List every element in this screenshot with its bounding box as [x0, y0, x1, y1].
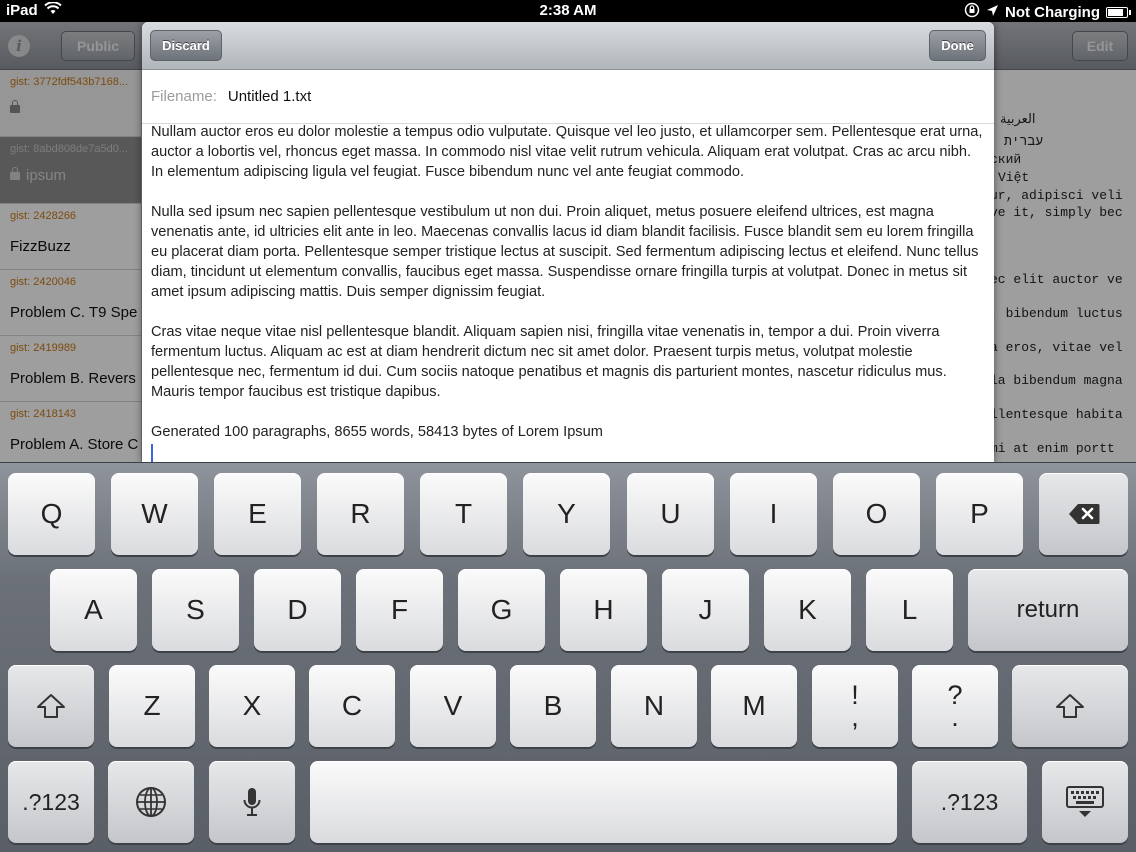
key-o[interactable]: O	[833, 473, 920, 555]
key-u[interactable]: U	[627, 473, 714, 555]
hide-keyboard-key[interactable]	[1042, 761, 1128, 843]
key-c[interactable]: C	[309, 665, 395, 747]
hide-keyboard-icon	[1065, 786, 1105, 818]
discard-button[interactable]: Discard	[150, 30, 222, 61]
onscreen-keyboard: Q W E R T Y U I O P A S D F G H J K L re…	[0, 462, 1136, 852]
key-a[interactable]: A	[50, 569, 137, 651]
key-t[interactable]: T	[420, 473, 507, 555]
space-bar[interactable]	[310, 761, 897, 843]
key-z[interactable]: Z	[109, 665, 195, 747]
backspace-key[interactable]	[1039, 473, 1128, 555]
battery-icon	[1106, 6, 1131, 18]
globe-icon	[135, 786, 167, 818]
file-content-textarea[interactable]: Nullam auctor eros eu dolor molestie a t…	[151, 122, 987, 462]
key-e[interactable]: E	[214, 473, 301, 555]
key-question-period[interactable]: ? .	[912, 665, 998, 747]
shift-icon	[1055, 693, 1085, 719]
numbers-key-right[interactable]: .?123	[912, 761, 1027, 843]
editor-toolbar: Discard Done	[142, 22, 994, 70]
key-r[interactable]: R	[317, 473, 404, 555]
key-n[interactable]: N	[611, 665, 697, 747]
key-bottom-char: ,	[851, 702, 859, 732]
key-v[interactable]: V	[410, 665, 496, 747]
key-y[interactable]: Y	[523, 473, 610, 555]
key-s[interactable]: S	[152, 569, 239, 651]
done-button[interactable]: Done	[929, 30, 986, 61]
shift-icon	[36, 693, 66, 719]
globe-key[interactable]	[108, 761, 194, 843]
left-shift-key[interactable]	[8, 665, 94, 747]
text-cursor	[151, 444, 153, 462]
location-icon	[986, 4, 999, 21]
key-w[interactable]: W	[111, 473, 198, 555]
key-exclaim-comma[interactable]: ! ,	[812, 665, 898, 747]
numbers-key[interactable]: .?123	[8, 761, 94, 843]
backspace-icon	[1068, 503, 1100, 525]
key-i[interactable]: I	[730, 473, 817, 555]
key-k[interactable]: K	[764, 569, 851, 651]
key-f[interactable]: F	[356, 569, 443, 651]
content-paragraph: Cras vitae neque vitae nisl pellentesque…	[151, 324, 947, 400]
dictation-key[interactable]	[209, 761, 295, 843]
rotation-lock-icon	[964, 2, 980, 22]
content-paragraph: Nulla sed ipsum nec sapien pellentesque …	[151, 204, 979, 300]
key-j[interactable]: J	[662, 569, 749, 651]
charging-status: Not Charging	[1005, 3, 1100, 21]
status-bar: iPad 2:38 AM Not Charging	[0, 0, 1136, 22]
filename-label: Filename:	[151, 88, 217, 105]
key-p[interactable]: P	[936, 473, 1023, 555]
key-b[interactable]: B	[510, 665, 596, 747]
key-g[interactable]: G	[458, 569, 545, 651]
filename-row: Filename: Untitled 1.txt	[142, 70, 994, 124]
new-file-editor: Discard Done Filename: Untitled 1.txt Nu…	[142, 22, 994, 462]
key-q[interactable]: Q	[8, 473, 95, 555]
key-m[interactable]: M	[711, 665, 797, 747]
key-bottom-char: .	[951, 702, 959, 732]
content-paragraph: Nullam auctor eros eu dolor molestie a t…	[151, 124, 983, 180]
key-x[interactable]: X	[209, 665, 295, 747]
right-shift-key[interactable]	[1012, 665, 1128, 747]
content-paragraph: Generated 100 paragraphs, 8655 words, 58…	[151, 424, 603, 440]
key-h[interactable]: H	[560, 569, 647, 651]
key-d[interactable]: D	[254, 569, 341, 651]
microphone-icon	[242, 787, 262, 817]
key-l[interactable]: L	[866, 569, 953, 651]
filename-input[interactable]: Untitled 1.txt	[228, 88, 311, 105]
return-key[interactable]: return	[968, 569, 1128, 651]
